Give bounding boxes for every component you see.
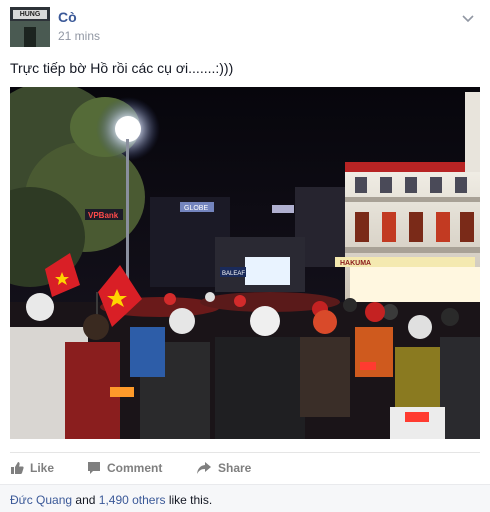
liker-name-link[interactable]: Đức Quang	[10, 493, 72, 507]
store-sign: HAKUMA	[340, 260, 371, 267]
like-button[interactable]: Like	[10, 459, 54, 477]
likes-and-text: and	[72, 493, 99, 507]
post-card: HUNG Cò 21 mins Trực tiếp bờ Hồ rồi các …	[0, 0, 490, 512]
post-text: Trực tiếp bờ Hồ rồi các cụ ơi.......:)))	[10, 60, 234, 76]
likes-summary: Đức Quang and 1,490 others like this.	[0, 484, 490, 512]
avatar[interactable]: HUNG	[10, 7, 50, 47]
rooftop-sign: GLOBE	[184, 205, 208, 212]
speech-bubble-icon	[88, 462, 100, 474]
comment-button[interactable]: Comment	[87, 459, 162, 477]
post-photo[interactable]: GLOBE VPBank HAKUMA BALEAF	[10, 87, 480, 439]
street-night-scene: GLOBE VPBank HAKUMA BALEAF	[10, 87, 480, 439]
like-label: Like	[30, 461, 55, 475]
shop-sign: BALEAF	[222, 271, 245, 277]
avatar-door	[24, 27, 36, 47]
avatar-sign: HUNG	[13, 10, 47, 19]
author-name[interactable]: Cò	[58, 9, 77, 25]
likes-suffix: like this.	[165, 493, 213, 507]
post-timestamp[interactable]: 21 mins	[58, 29, 100, 43]
comment-label: Comment	[107, 461, 163, 475]
post-actions: Like Comment Share	[10, 452, 480, 480]
share-button[interactable]: Share	[196, 459, 251, 477]
post-header: HUNG Cò 21 mins	[10, 7, 480, 49]
share-arrow-icon	[197, 462, 211, 474]
bank-sign: VPBank	[88, 211, 119, 220]
other-likers-link[interactable]: 1,490 others	[99, 493, 166, 507]
chevron-down-icon[interactable]	[460, 11, 476, 27]
thumbs-up-icon	[11, 462, 24, 474]
share-label: Share	[218, 461, 252, 475]
